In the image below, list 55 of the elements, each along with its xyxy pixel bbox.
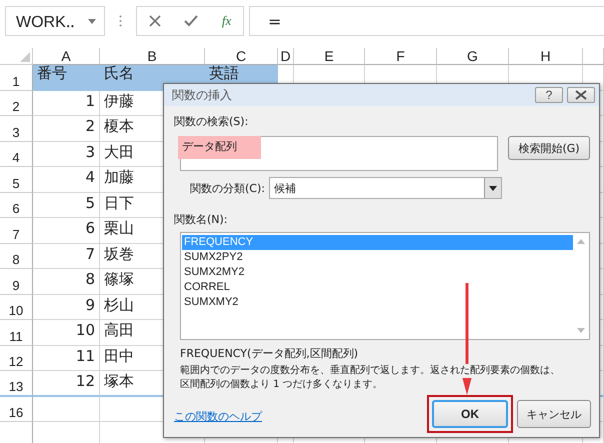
scroll-up-icon[interactable]: [577, 239, 585, 244]
category-dropdown[interactable]: 候補: [268, 177, 502, 199]
dropdown-icon[interactable]: [488, 186, 497, 190]
row-header[interactable]: 13: [0, 371, 33, 396]
table-cell: 8: [33, 269, 100, 294]
column-header[interactable]: H: [509, 48, 583, 65]
row-header[interactable]: 3: [0, 116, 33, 142]
cancel-icon[interactable]: [148, 15, 161, 27]
name-box[interactable]: WORK‥: [5, 6, 105, 36]
ok-button[interactable]: OK: [432, 400, 508, 428]
insert-function-button[interactable]: fx: [222, 13, 232, 29]
name-box-value: WORK‥: [16, 13, 75, 32]
table-cell: 番号: [33, 65, 100, 90]
table-cell: 1: [33, 90, 100, 116]
scroll-down-icon[interactable]: [577, 328, 585, 333]
grip-icon: [119, 15, 122, 27]
row-header[interactable]: 6: [0, 192, 33, 218]
row-header[interactable]: 16: [0, 396, 33, 422]
table-cell: 10: [33, 320, 100, 346]
column-header[interactable]: E: [294, 48, 365, 65]
row-header[interactable]: 5: [0, 167, 33, 192]
row-header[interactable]: 7: [0, 218, 33, 244]
search-value: データ配列: [178, 136, 261, 159]
table-cell: 7: [33, 244, 100, 269]
check-icon[interactable]: [184, 15, 198, 27]
function-list[interactable]: FREQUENCY SUMX2PY2 SUMX2MY2 CORREL SUMXMY2: [180, 232, 590, 340]
search-button[interactable]: 検索開始(G): [508, 136, 590, 160]
table-cell: 9: [33, 294, 100, 320]
row-header[interactable]: 12: [0, 346, 33, 371]
column-header[interactable]: F: [365, 48, 437, 65]
cancel-button[interactable]: キャンセル: [517, 400, 591, 428]
table-cell: 2: [33, 116, 100, 142]
table-cell: 6: [33, 218, 100, 244]
close-icon: [575, 90, 587, 100]
table-cell: 11: [33, 346, 100, 371]
table-cell: 12: [33, 371, 100, 396]
row-header[interactable]: 2: [0, 90, 33, 116]
column-header[interactable]: D: [278, 48, 294, 65]
select-all-icon[interactable]: [20, 52, 30, 62]
row-header[interactable]: 10: [0, 294, 33, 320]
row-header[interactable]: 8: [0, 244, 33, 269]
column-header[interactable]: [583, 48, 604, 65]
row-header[interactable]: 4: [0, 142, 33, 167]
table-cell: 4: [33, 167, 100, 192]
formula-bar[interactable]: =: [249, 6, 604, 36]
column-header[interactable]: G: [437, 48, 509, 65]
table-cell: 5: [33, 192, 100, 218]
formula-text: =: [268, 12, 282, 30]
row-header[interactable]: 11: [0, 320, 33, 346]
help-button[interactable]: ?: [535, 87, 563, 103]
help-link[interactable]: この関数のヘルプ: [174, 408, 262, 424]
row-header[interactable]: 9: [0, 269, 33, 294]
search-field[interactable]: データ配列: [180, 136, 498, 171]
close-button[interactable]: [567, 87, 595, 103]
table-cell: 3: [33, 142, 100, 167]
